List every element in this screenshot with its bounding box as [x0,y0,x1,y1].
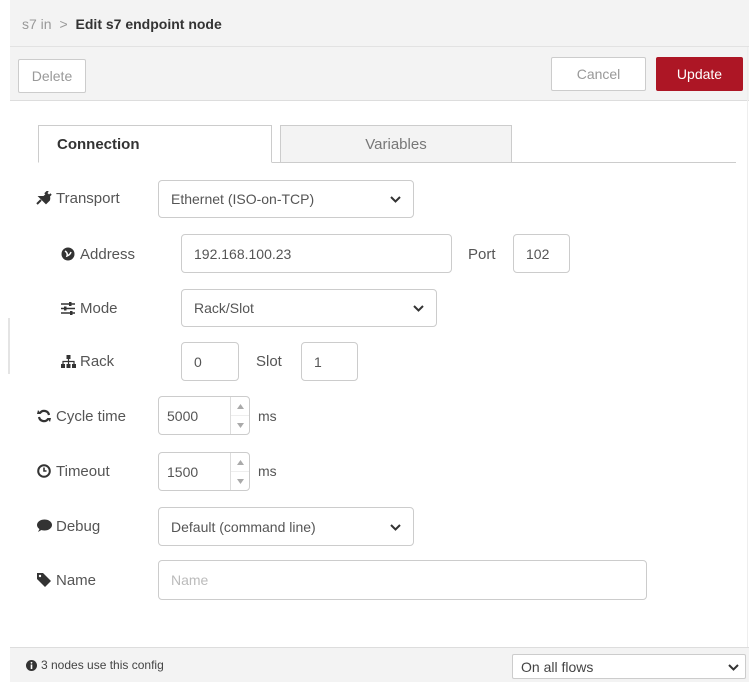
globe-icon [60,246,76,262]
debug-label-text: Debug [56,517,101,535]
decrement-button[interactable] [231,471,249,490]
transport-label-text: Transport [56,189,120,207]
refresh-icon [36,408,52,424]
transport-select-value: Ethernet (ISO-on-TCP) [171,191,315,207]
timeout-label-text: Timeout [56,462,110,480]
timeout-unit: ms [258,463,277,479]
rack-label: Rack [60,351,114,371]
slot-input-value: 1 [314,353,322,370]
slot-label: Slot [256,352,282,370]
mode-select-value: Rack/Slot [194,300,254,316]
debug-label: Debug [36,516,100,536]
delete-button[interactable]: Delete [18,59,86,93]
slot-input[interactable]: 1 [301,342,358,381]
increment-button[interactable] [231,453,249,471]
breadcrumb: s7 in > Edit s7 endpoint node [10,0,749,47]
mode-select[interactable]: Rack/Slot [181,289,437,327]
cancel-button[interactable]: Cancel [551,57,646,91]
timeout-stepper[interactable]: 1500 [158,452,250,491]
resize-handle[interactable] [8,318,10,374]
sitemap-icon [60,353,76,369]
transport-select[interactable]: Ethernet (ISO-on-TCP) [158,180,414,218]
chevron-down-icon [390,196,401,203]
name-label-text: Name [56,571,97,589]
cycle-time-value: 5000 [167,407,199,424]
timeout-value: 1500 [167,463,199,480]
decrement-button[interactable] [231,415,249,434]
name-label: Name [36,570,96,590]
cycle-time-label: Cycle time [36,406,126,426]
cycle-time-label-text: Cycle time [56,407,127,425]
debug-select[interactable]: Default (command line) [158,507,414,546]
address-label: Address [60,244,135,264]
config-usage-info: 3 nodes use this config [26,658,164,672]
timeout-label: Timeout [36,461,110,481]
rack-input-value: 0 [194,353,202,370]
port-input-value: 102 [526,245,550,262]
address-label-text: Address [80,245,136,263]
tab-variables[interactable]: Variables [280,125,512,163]
update-button[interactable]: Update [656,57,743,91]
chevron-down-icon [728,663,739,671]
tray-footer: 3 nodes use this config On all flows [10,647,749,682]
name-input[interactable]: Name [158,560,647,600]
config-scope-select[interactable]: On all flows [512,654,746,679]
cycle-time-spin-buttons [230,397,249,434]
cycle-time-unit: ms [258,408,277,424]
transport-label: Transport [36,188,120,208]
sliders-icon [60,300,76,316]
clock-icon [36,463,52,479]
info-icon [26,659,37,671]
rack-label-text: Rack [80,352,115,370]
tray-toolbar: Delete Cancel Update [10,47,749,101]
port-label: Port [468,245,496,263]
chevron-down-icon [390,523,401,531]
address-input-value: 192.168.100.23 [194,245,292,262]
increment-button[interactable] [231,397,249,415]
rack-input[interactable]: 0 [181,342,239,381]
port-input[interactable]: 102 [513,234,570,273]
cycle-time-stepper[interactable]: 5000 [158,396,250,435]
config-usage-text: 3 nodes use this config [41,658,164,672]
mode-label-text: Mode [80,299,118,317]
chevron-down-icon [413,305,424,312]
plug-icon [36,190,52,206]
panel-divider [747,47,748,647]
mode-label: Mode [60,298,118,318]
config-scope-value: On all flows [521,658,594,675]
name-input-placeholder: Name [171,572,209,588]
breadcrumb-separator: > [59,16,68,32]
comment-icon [36,518,52,534]
debug-select-value: Default (command line) [171,518,316,535]
breadcrumb-parent[interactable]: s7 in [22,16,52,32]
page-title: Edit s7 endpoint node [75,16,222,32]
address-input[interactable]: 192.168.100.23 [181,234,452,273]
tab-connection[interactable]: Connection [38,125,272,163]
tag-icon [36,572,52,588]
timeout-spin-buttons [230,453,249,490]
